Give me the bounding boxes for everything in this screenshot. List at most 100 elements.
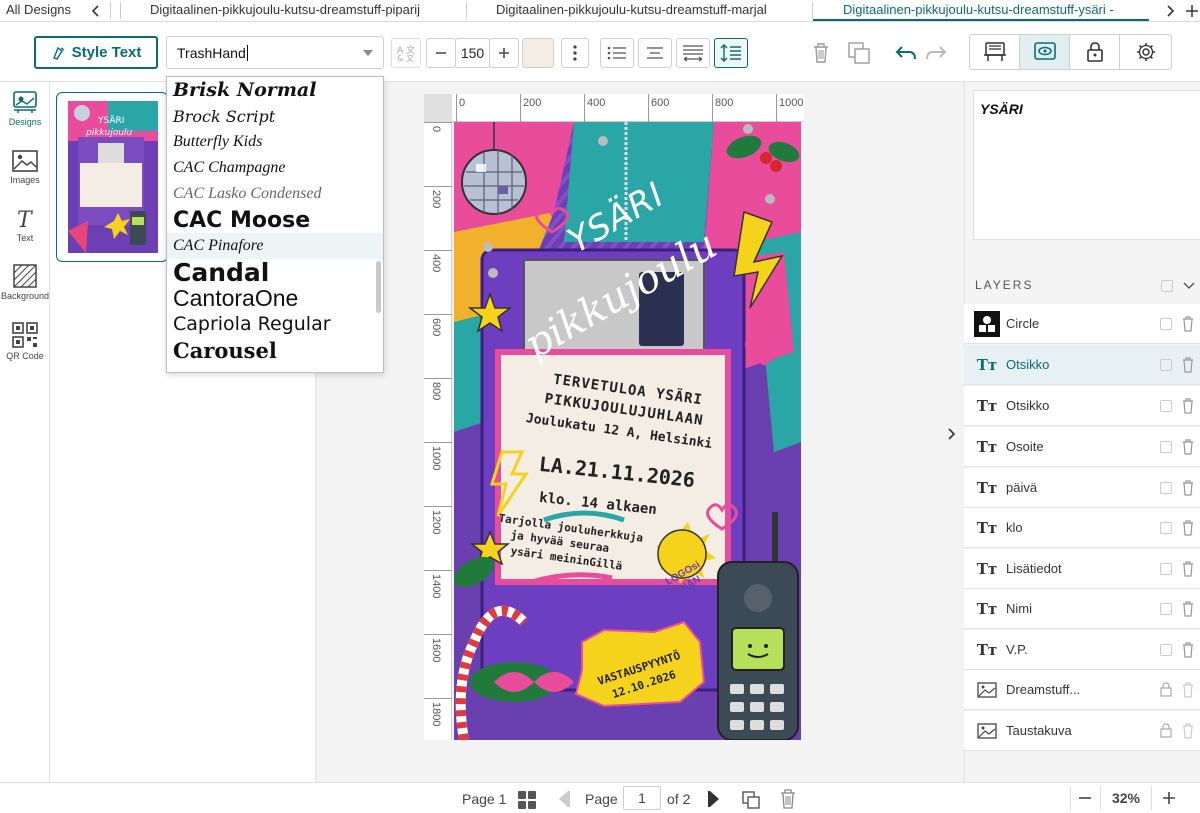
font-option[interactable]: Candal bbox=[167, 259, 383, 285]
font-option[interactable]: Brock Script bbox=[167, 103, 383, 129]
font-dropdown[interactable]: Brisk Normal Brock Script Butterfly Kids… bbox=[166, 76, 384, 373]
tabs-next-button[interactable] bbox=[1160, 1, 1180, 21]
trash-icon[interactable] bbox=[1182, 723, 1194, 739]
trash-icon[interactable] bbox=[1182, 561, 1194, 577]
layer-row[interactable]: Dreamstuff... bbox=[964, 670, 1200, 710]
dropdown-scrollbar[interactable] bbox=[376, 261, 381, 313]
tab-design-ysari[interactable]: Digitaalinen-pikkujoulu-kutsu-dreamstuff… bbox=[813, 0, 1149, 21]
font-size-decrease-button[interactable] bbox=[426, 38, 456, 68]
more-options-button[interactable] bbox=[561, 38, 589, 68]
layer-row[interactable]: Tт Osoite bbox=[964, 427, 1200, 467]
layer-visibility-icon[interactable] bbox=[1160, 522, 1172, 534]
font-option[interactable]: CantoraOne bbox=[167, 285, 383, 311]
layer-row[interactable]: Tт päivä bbox=[964, 468, 1200, 508]
all-designs-link[interactable]: All Designs bbox=[6, 0, 76, 21]
layer-row[interactable]: Tт Lisätiedot bbox=[964, 549, 1200, 589]
text-color-button[interactable] bbox=[522, 38, 554, 68]
tab-design-piparij[interactable]: Digitaalinen-pikkujoulu-kutsu-dreamstuff… bbox=[150, 0, 440, 21]
font-option[interactable]: CAC Moose bbox=[167, 207, 383, 233]
trash-icon[interactable] bbox=[1182, 398, 1194, 414]
trash-icon[interactable] bbox=[1182, 520, 1194, 536]
lock-button[interactable] bbox=[1069, 34, 1120, 70]
font-option[interactable]: CAC Champagne bbox=[167, 155, 383, 181]
style-text-button[interactable]: Style Text bbox=[34, 36, 158, 69]
selection-handle[interactable] bbox=[765, 194, 775, 204]
layers-lock-all-icon[interactable] bbox=[1161, 280, 1173, 292]
rail-designs[interactable]: Designs bbox=[0, 90, 50, 127]
layer-row[interactable]: Tт Otsikko bbox=[964, 386, 1200, 426]
chevron-down-icon[interactable] bbox=[1183, 282, 1195, 290]
prev-page-button[interactable] bbox=[556, 789, 572, 809]
page-grid-button[interactable] bbox=[516, 789, 538, 811]
ruler-tick: 200 bbox=[520, 94, 541, 122]
zoom-level[interactable]: 32% bbox=[1100, 786, 1152, 810]
tabs-prev-button[interactable] bbox=[86, 1, 106, 21]
layer-visibility-icon[interactable] bbox=[1160, 563, 1172, 575]
lock-icon[interactable] bbox=[1160, 723, 1172, 738]
letter-spacing-button[interactable] bbox=[676, 38, 710, 68]
layer-visibility-icon[interactable] bbox=[1160, 644, 1172, 656]
selection-handle[interactable] bbox=[598, 136, 608, 146]
layer-row[interactable]: Circle bbox=[964, 304, 1200, 344]
layer-row[interactable]: Tт Nimi bbox=[964, 589, 1200, 629]
trash-icon[interactable] bbox=[1182, 601, 1194, 617]
duplicate-element-button[interactable] bbox=[844, 38, 874, 68]
trash-icon[interactable] bbox=[1182, 682, 1194, 698]
layer-visibility-icon[interactable] bbox=[1160, 318, 1172, 330]
duplicate-page-button[interactable] bbox=[740, 789, 762, 811]
layer-visibility-icon[interactable] bbox=[1160, 603, 1172, 615]
rail-qr-code[interactable]: QR Code bbox=[0, 322, 50, 361]
tab-design-marjal[interactable]: Digitaalinen-pikkujoulu-kutsu-dreamstuff… bbox=[496, 0, 796, 21]
list-button[interactable] bbox=[600, 38, 634, 68]
next-page-button[interactable] bbox=[706, 789, 722, 809]
rail-background[interactable]: Background bbox=[0, 264, 50, 301]
font-size-increase-button[interactable] bbox=[489, 38, 519, 68]
font-option[interactable]: CAC Lasko Condensed bbox=[167, 181, 383, 207]
line-height-button[interactable] bbox=[714, 38, 748, 68]
selection-handle[interactable] bbox=[488, 268, 498, 278]
ruler-tick: 800 bbox=[712, 94, 733, 122]
trash-icon[interactable] bbox=[1182, 642, 1194, 658]
font-size-input[interactable]: 150 bbox=[455, 38, 490, 68]
preview-button[interactable] bbox=[1019, 34, 1070, 70]
layer-row[interactable]: Tт V.P. bbox=[964, 630, 1200, 670]
zoom-in-button[interactable] bbox=[1158, 787, 1180, 809]
collapse-panel-button[interactable] bbox=[943, 424, 959, 444]
trash-icon[interactable] bbox=[1182, 439, 1194, 455]
font-family-select[interactable]: TrashHand bbox=[166, 36, 384, 69]
delete-page-button[interactable] bbox=[778, 788, 798, 810]
design-canvas[interactable]: YSÄRI pikkujoulu TERVETULOA YSÄRI PIKKUJ… bbox=[454, 122, 801, 740]
redo-button[interactable] bbox=[923, 38, 949, 68]
page-number-input[interactable]: 1 bbox=[623, 786, 661, 810]
layer-visibility-icon[interactable] bbox=[1160, 482, 1172, 494]
new-tab-button[interactable] bbox=[1184, 1, 1200, 21]
settings-button[interactable] bbox=[1119, 34, 1172, 70]
layer-row[interactable]: Tт Otsikko bbox=[964, 345, 1200, 385]
zoom-out-button[interactable] bbox=[1074, 787, 1096, 809]
trash-icon[interactable] bbox=[1182, 357, 1194, 373]
align-center-button[interactable] bbox=[638, 38, 672, 68]
font-option[interactable]: Butterfly Kids bbox=[167, 129, 383, 155]
font-option[interactable]: Carousel bbox=[167, 337, 383, 363]
ruler-view-button[interactable] bbox=[969, 34, 1020, 70]
trash-icon[interactable] bbox=[1182, 480, 1194, 496]
trash-icon[interactable] bbox=[1182, 316, 1194, 332]
layer-visibility-icon[interactable] bbox=[1160, 359, 1172, 371]
undo-button[interactable] bbox=[893, 38, 919, 68]
rail-text[interactable]: T Text bbox=[0, 208, 50, 243]
selection-handle[interactable] bbox=[483, 242, 493, 252]
font-option[interactable]: Brisk Normal bbox=[167, 77, 383, 103]
selection-handle[interactable] bbox=[743, 124, 753, 134]
delete-element-button[interactable] bbox=[808, 38, 834, 68]
translate-font-button[interactable]: A 文 & 文 bbox=[391, 38, 421, 68]
lock-icon[interactable] bbox=[1160, 682, 1172, 697]
text-preview-box[interactable]: YSÄRI bbox=[973, 90, 1200, 240]
font-option[interactable]: Capriola Regular bbox=[167, 311, 383, 337]
layer-row[interactable]: Tт klo bbox=[964, 508, 1200, 548]
page-thumbnail-1[interactable]: YSÄRI pikkujoulu bbox=[56, 92, 168, 262]
rail-images[interactable]: Images bbox=[0, 150, 50, 185]
font-option-hovered[interactable]: CAC Pinafore bbox=[167, 233, 383, 259]
layer-visibility-icon[interactable] bbox=[1160, 400, 1172, 412]
layer-row[interactable]: Taustakuva bbox=[964, 711, 1200, 751]
layer-visibility-icon[interactable] bbox=[1160, 441, 1172, 453]
